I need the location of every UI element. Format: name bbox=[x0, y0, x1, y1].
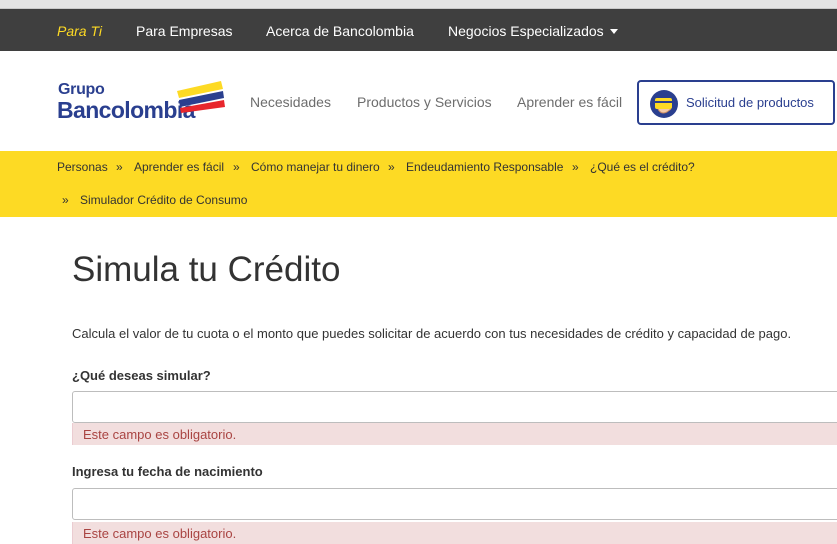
breadcrumb-current-page: Simulador Crédito de Consumo bbox=[80, 193, 248, 207]
breadcrumb-personas[interactable]: Personas bbox=[57, 160, 108, 174]
breadcrumb-aprender-es-facil[interactable]: Aprender es fácil bbox=[134, 160, 224, 174]
breadcrumb-separator: » bbox=[388, 160, 395, 174]
nav-necesidades[interactable]: Necesidades bbox=[250, 94, 331, 110]
breadcrumb: Personas » Aprender es fácil » Cómo mane… bbox=[0, 151, 837, 217]
nav-aprender-es-facil[interactable]: Aprender es fácil bbox=[517, 94, 622, 110]
breadcrumb-separator: » bbox=[233, 160, 240, 174]
top-nav-negocios-especializados[interactable]: Negocios Especializados bbox=[448, 23, 618, 39]
site-header: Grupo Bancolombia Necesidades Productos … bbox=[0, 51, 837, 151]
bancolombia-logo[interactable]: Grupo Bancolombia bbox=[57, 81, 227, 123]
breadcrumb-separator: » bbox=[572, 160, 579, 174]
solicitud-productos-button[interactable]: Solicitud de productos bbox=[637, 80, 835, 125]
nav-productos-servicios[interactable]: Productos y Servicios bbox=[357, 94, 492, 110]
breadcrumb-manejar-dinero[interactable]: Cómo manejar tu dinero bbox=[251, 160, 380, 174]
simulation-type-error: Este campo es obligatorio. bbox=[72, 423, 837, 445]
bancolombia-logo-mark bbox=[177, 81, 225, 113]
breadcrumb-endeudamiento[interactable]: Endeudamiento Responsable bbox=[406, 160, 563, 174]
page-title: Simula tu Crédito bbox=[72, 250, 341, 289]
top-navigation: Para Ti Para Empresas Acerca de Bancolom… bbox=[0, 9, 837, 51]
caret-down-icon bbox=[609, 29, 618, 34]
birthdate-input[interactable] bbox=[72, 488, 837, 520]
top-nav-negocios-label: Negocios Especializados bbox=[448, 23, 604, 39]
top-nav-acerca[interactable]: Acerca de Bancolombia bbox=[266, 23, 414, 39]
breadcrumb-separator: » bbox=[116, 160, 123, 174]
breadcrumb-separator: » bbox=[62, 193, 69, 207]
top-nav-para-empresas[interactable]: Para Empresas bbox=[136, 23, 232, 39]
browser-top-strip bbox=[0, 0, 837, 9]
page-description: Calcula el valor de tu cuota o el monto … bbox=[72, 326, 792, 341]
top-nav-para-ti[interactable]: Para Ti bbox=[57, 23, 102, 39]
credit-card-request-icon bbox=[650, 90, 678, 118]
birthdate-label: Ingresa tu fecha de nacimiento bbox=[72, 464, 263, 479]
solicitud-productos-label: Solicitud de productos bbox=[686, 95, 814, 110]
breadcrumb-que-es-credito[interactable]: ¿Qué es el crédito? bbox=[590, 160, 695, 174]
simulation-type-label: ¿Qué deseas simular? bbox=[72, 368, 211, 383]
simulation-type-input[interactable] bbox=[72, 391, 837, 423]
birthdate-error: Este campo es obligatorio. bbox=[72, 522, 837, 544]
